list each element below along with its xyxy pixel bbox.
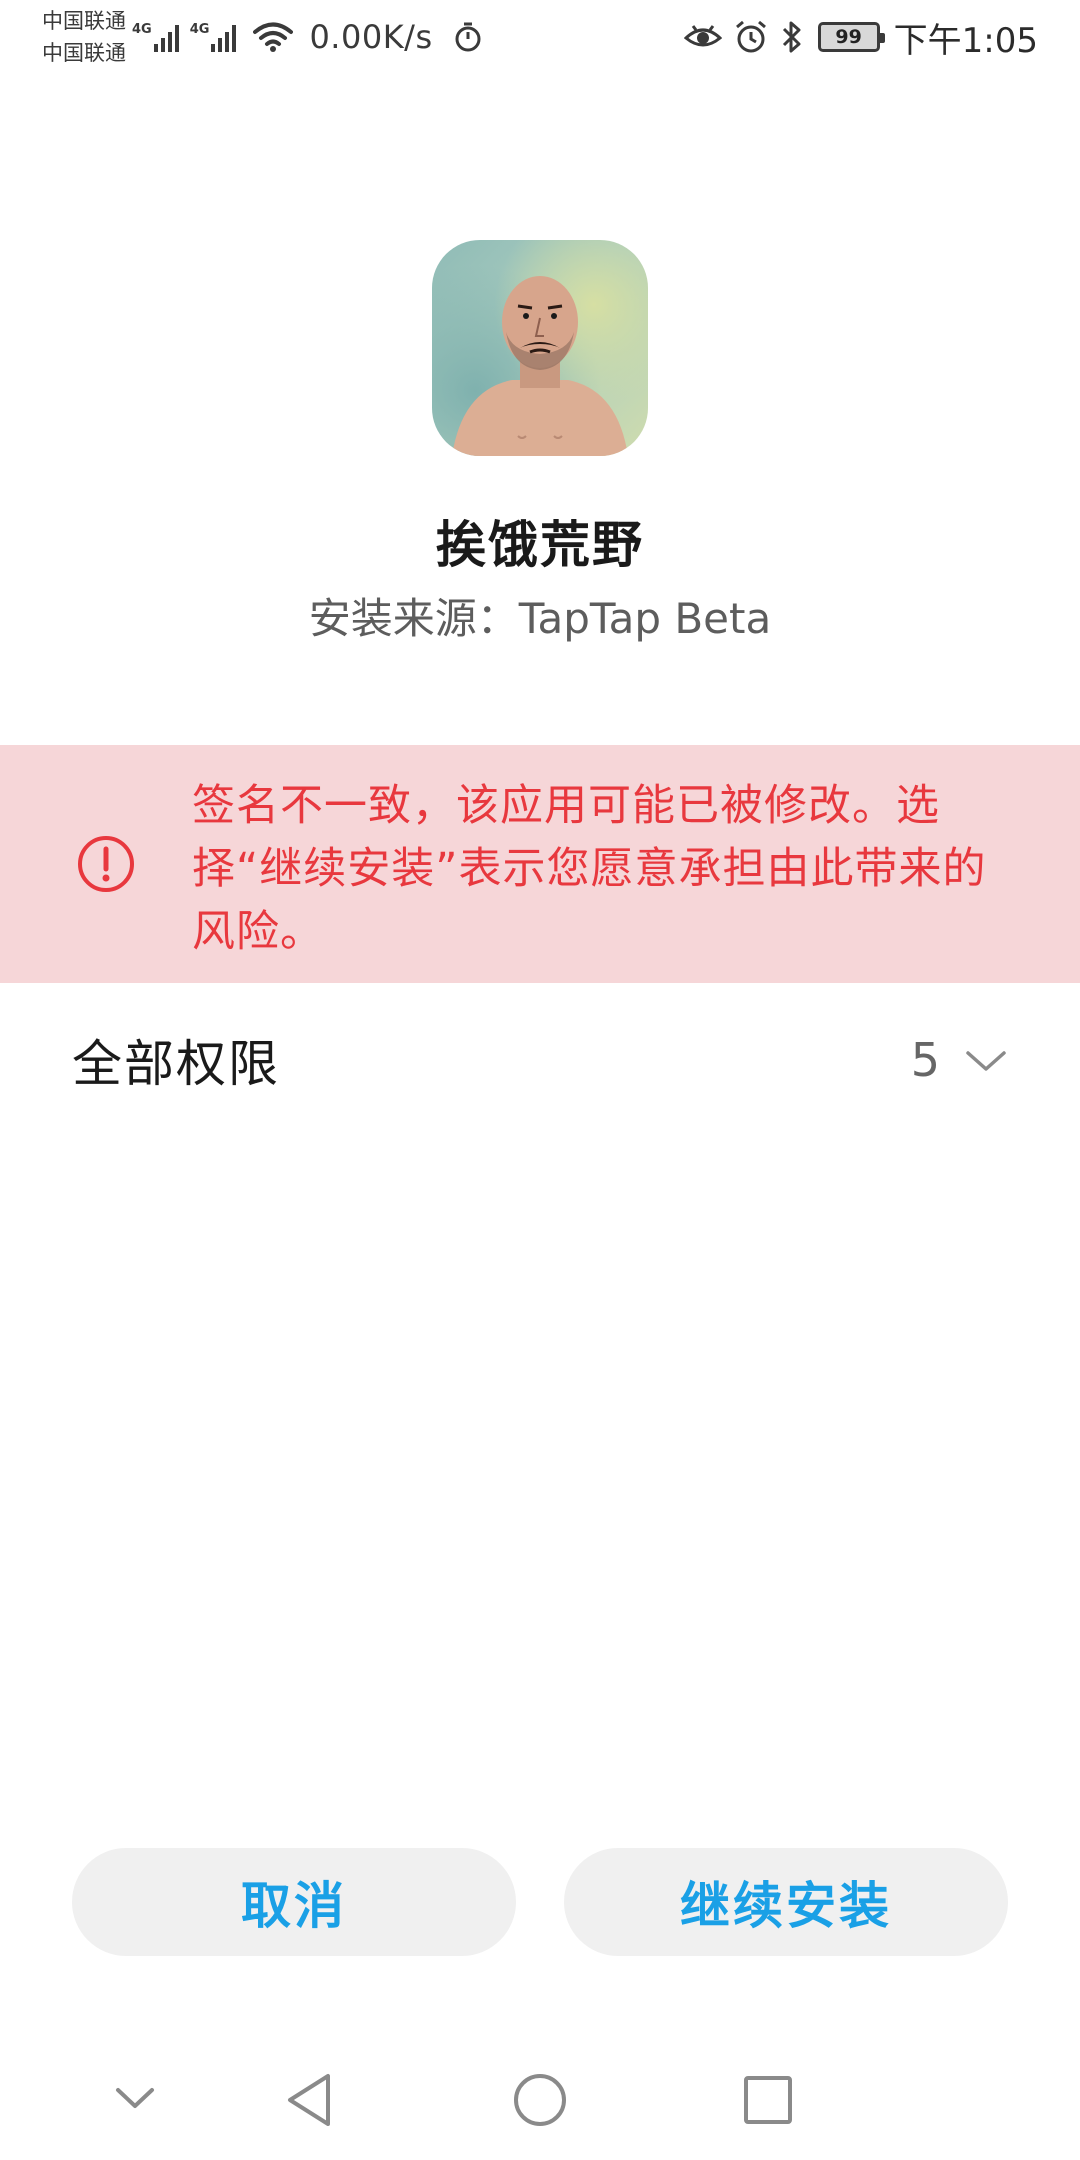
status-bar: 中国联通 中国联通 4G 4G 0.00K/s 99 下午1:05 — [0, 0, 1080, 74]
app-name: 挨饿荒野 — [436, 516, 644, 574]
stopwatch-icon — [455, 22, 481, 52]
all-permissions-row[interactable]: 全部权限 5 — [72, 1020, 1008, 1100]
carrier-2: 中国联通 — [42, 41, 126, 65]
cancel-button[interactable]: 取消 — [72, 1848, 516, 1956]
recents-icon[interactable] — [742, 2070, 794, 2130]
eye-icon — [683, 25, 722, 47]
permissions-label: 全部权限 — [72, 1035, 280, 1093]
network-type-1: 4G — [132, 22, 152, 37]
signature-warning: 签名不一致，该应用可能已被修改。选择“继续安装”表示您愿意承担由此带来的风险。 — [0, 745, 1080, 983]
signal-2: 4G — [190, 22, 242, 52]
wifi-icon — [253, 22, 294, 52]
hide-nav-icon[interactable] — [114, 2070, 156, 2130]
app-icon-artwork — [452, 276, 628, 456]
install-source: 安装来源：TapTap Beta — [308, 594, 772, 643]
install-screen: 中国联通 中国联通 4G 4G 0.00K/s 99 下午1:05 挨饿荒野 安… — [0, 0, 1080, 2160]
navigation-bar — [0, 2040, 1080, 2160]
net-speed: 0.00K/s — [309, 18, 433, 56]
chevron-down-icon[interactable] — [964, 1045, 1008, 1075]
signal-1: 4G — [132, 22, 184, 52]
network-type-2: 4G — [189, 22, 210, 37]
exclamation-circle-icon — [78, 836, 134, 892]
permissions-expander[interactable]: 5 — [911, 1033, 1008, 1087]
continue-install-button[interactable]: 继续安装 — [564, 1848, 1008, 1956]
signal-icon — [211, 25, 237, 52]
clock: 下午1:05 — [893, 20, 1038, 61]
carrier-labels: 中国联通 中国联通 — [42, 5, 126, 69]
battery-icon: 99 — [817, 22, 885, 52]
bluetooth-icon — [782, 21, 801, 53]
warning-text: 签名不一致，该应用可能已被修改。选择“继续安装”表示您愿意承担由此带来的风险。 — [192, 781, 987, 957]
battery-level: 99 — [835, 26, 862, 48]
carrier-1: 中国联通 — [42, 9, 126, 33]
signal-icon — [153, 25, 179, 52]
status-right: 99 下午1:05 — [672, 13, 1038, 62]
alarm-icon — [735, 20, 766, 53]
back-icon[interactable] — [284, 2070, 334, 2130]
home-icon[interactable] — [512, 2070, 568, 2130]
status-left: 中国联通 中国联通 4G 4G 0.00K/s — [42, 5, 483, 69]
permissions-count: 5 — [910, 1033, 940, 1087]
app-icon — [432, 240, 648, 456]
